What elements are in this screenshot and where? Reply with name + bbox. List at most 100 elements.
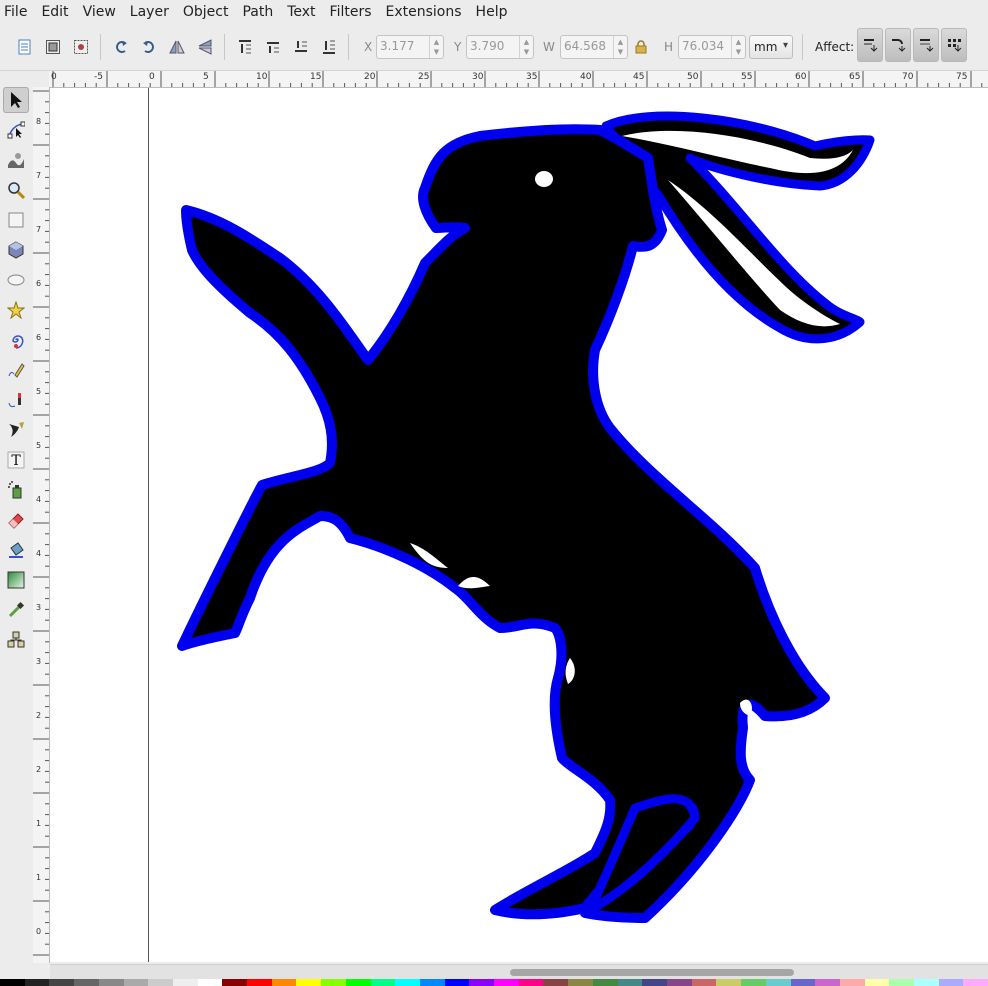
menu-layer[interactable]: Layer: [126, 4, 177, 20]
palette-swatch[interactable]: [864, 979, 890, 986]
raise-icon[interactable]: [262, 36, 284, 58]
rectangle-tool[interactable]: [3, 207, 29, 233]
raise-to-top-icon[interactable]: [234, 36, 256, 58]
connector-tool[interactable]: [3, 627, 29, 653]
paint-bucket-tool[interactable]: [3, 537, 29, 563]
w-input[interactable]: [564, 39, 616, 53]
palette-swatch[interactable]: [469, 979, 495, 986]
menu-object[interactable]: Object: [179, 4, 237, 20]
scrollbar-thumb[interactable]: [510, 969, 794, 976]
lower-icon[interactable]: [290, 36, 312, 58]
spray-tool[interactable]: [3, 477, 29, 503]
star-tool[interactable]: [3, 297, 29, 323]
vertical-ruler[interactable]: 8 7 7 6 6 5 5 4 4 3 3 2 2 1 1 0: [33, 87, 50, 963]
horizontal-ruler[interactable]: 0 -5 0 5 10 15 20 25 30 35 40 45 50 55 6…: [49, 71, 988, 88]
affect-patterns-button[interactable]: [941, 28, 967, 62]
palette-swatch[interactable]: [247, 979, 272, 986]
dropper-tool[interactable]: [3, 597, 29, 623]
palette-swatch[interactable]: [790, 979, 816, 986]
deselect-icon[interactable]: [70, 36, 92, 58]
select-all-icon[interactable]: [14, 36, 36, 58]
selector-tool[interactable]: [3, 87, 29, 113]
x-input[interactable]: [380, 39, 432, 53]
flip-vertical-icon[interactable]: [194, 36, 216, 58]
menu-filters[interactable]: Filters: [326, 4, 380, 20]
palette-swatch[interactable]: [518, 979, 544, 986]
rotate-cw-icon[interactable]: [138, 36, 160, 58]
menu-help[interactable]: Help: [472, 4, 516, 20]
affect-gradients-button[interactable]: [913, 28, 939, 62]
ellipse-tool[interactable]: [3, 267, 29, 293]
palette-swatch[interactable]: [815, 979, 840, 986]
affect-stroke-width-button[interactable]: [857, 28, 883, 62]
palette-swatch[interactable]: [419, 979, 445, 986]
palette-swatch[interactable]: [296, 979, 322, 986]
unit-select[interactable]: mm ▾: [749, 35, 793, 59]
palette-swatch[interactable]: [172, 979, 198, 986]
text-tool[interactable]: T: [3, 447, 29, 473]
palette-swatch[interactable]: [197, 979, 223, 986]
calligraphy-tool[interactable]: [3, 417, 29, 443]
menu-extensions[interactable]: Extensions: [382, 4, 470, 20]
rotate-ccw-icon[interactable]: [110, 36, 132, 58]
lock-icon[interactable]: [633, 36, 649, 58]
affect-rounded-corners-button[interactable]: [885, 28, 911, 62]
palette-swatch[interactable]: [0, 979, 25, 986]
node-tool[interactable]: [3, 117, 29, 143]
drawing-canvas[interactable]: [50, 88, 988, 962]
palette-swatch[interactable]: [889, 979, 915, 986]
palette-swatch[interactable]: [741, 979, 766, 986]
palette-swatch[interactable]: [321, 979, 346, 986]
palette-swatch[interactable]: [98, 979, 124, 986]
w-spinbox[interactable]: ▲▼: [560, 35, 628, 59]
menu-text[interactable]: Text: [283, 4, 323, 20]
palette-swatch[interactable]: [345, 979, 371, 986]
spiral-tool[interactable]: [3, 327, 29, 353]
gradient-tool[interactable]: [3, 567, 29, 593]
menu-file[interactable]: File: [0, 4, 35, 20]
goat-drawing[interactable]: [50, 88, 988, 962]
zoom-tool[interactable]: [3, 177, 29, 203]
3d-box-tool[interactable]: [3, 237, 29, 263]
palette-swatch[interactable]: [543, 979, 569, 986]
palette-swatch[interactable]: [963, 979, 988, 986]
palette-swatch[interactable]: [691, 979, 717, 986]
palette-swatch[interactable]: [222, 979, 248, 986]
menu-view[interactable]: View: [79, 4, 124, 20]
palette-swatch[interactable]: [24, 979, 50, 986]
color-palette[interactable]: [0, 979, 988, 986]
palette-swatch[interactable]: [938, 979, 964, 986]
palette-swatch[interactable]: [271, 979, 297, 986]
palette-swatch[interactable]: [370, 979, 396, 986]
lower-to-bottom-icon[interactable]: [318, 36, 340, 58]
pen-tool[interactable]: [3, 387, 29, 413]
x-spinbox[interactable]: ▲▼: [376, 35, 444, 59]
y-input[interactable]: [470, 39, 522, 53]
palette-swatch[interactable]: [914, 979, 939, 986]
y-spinbox[interactable]: ▲▼: [466, 35, 534, 59]
palette-swatch[interactable]: [148, 979, 173, 986]
palette-swatch[interactable]: [74, 979, 99, 986]
h-input[interactable]: [682, 39, 734, 53]
palette-swatch[interactable]: [123, 979, 149, 986]
palette-swatch[interactable]: [642, 979, 667, 986]
tweak-tool[interactable]: [3, 147, 29, 173]
palette-swatch[interactable]: [568, 979, 593, 986]
eraser-tool[interactable]: [3, 507, 29, 533]
menu-path[interactable]: Path: [238, 4, 281, 20]
palette-swatch[interactable]: [666, 979, 692, 986]
menu-edit[interactable]: Edit: [37, 4, 76, 20]
palette-swatch[interactable]: [765, 979, 791, 986]
palette-swatch[interactable]: [617, 979, 643, 986]
palette-swatch[interactable]: [592, 979, 618, 986]
palette-swatch[interactable]: [49, 979, 75, 986]
h-spinbox[interactable]: ▲▼: [678, 35, 746, 59]
palette-swatch[interactable]: [444, 979, 470, 986]
palette-swatch[interactable]: [839, 979, 865, 986]
palette-swatch[interactable]: [716, 979, 742, 986]
palette-swatch[interactable]: [494, 979, 519, 986]
flip-horizontal-icon[interactable]: [166, 36, 188, 58]
select-all-layers-icon[interactable]: [42, 36, 64, 58]
palette-swatch[interactable]: [395, 979, 420, 986]
horizontal-scrollbar[interactable]: [50, 964, 988, 979]
